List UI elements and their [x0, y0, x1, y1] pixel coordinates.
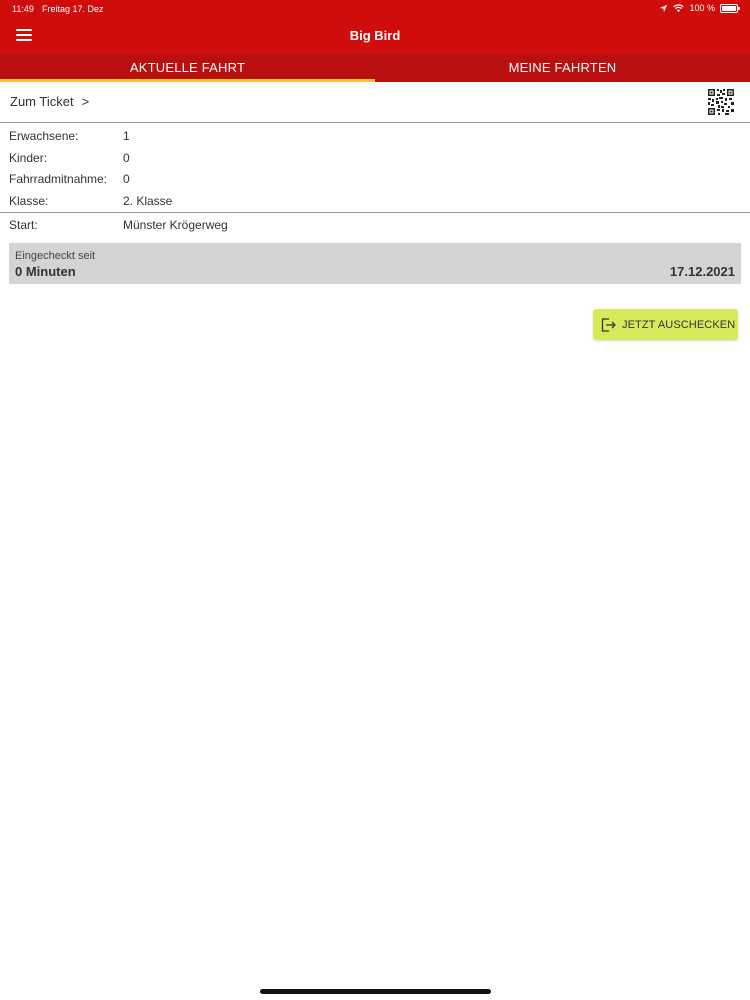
page-title: Big Bird	[349, 28, 401, 43]
detail-value: 2. Klasse	[123, 194, 173, 209]
app-screen: 11:49 Freitag 17. Dez 100 % Big Bird AKT…	[0, 0, 750, 1000]
detail-row-kinder: Kinder: 0	[0, 145, 750, 167]
logout-icon	[601, 318, 616, 332]
detail-value: 1	[123, 129, 130, 143]
location-arrow-icon	[660, 4, 668, 12]
status-date: Freitag 17. Dez	[42, 4, 104, 14]
qr-code-icon[interactable]	[707, 88, 735, 116]
zum-ticket-label: Zum Ticket	[10, 94, 74, 109]
detail-label: Fahrradmitnahme:	[9, 172, 108, 187]
checkin-date: 17.12.2021	[669, 264, 735, 279]
detail-label: Kinder:	[9, 150, 48, 165]
detail-label: Klasse:	[9, 194, 49, 209]
detail-label: Erwachsene:	[9, 129, 79, 143]
battery-percent: 100 %	[689, 3, 715, 13]
ride-details: Erwachsene: 1 Kinder: 0 Fahrradmitnahme:…	[0, 123, 750, 210]
detail-value: 0	[123, 150, 130, 165]
detail-row-erwachsene: Erwachsene: 1	[0, 123, 750, 145]
start-value: Münster Krögerweg	[123, 218, 228, 232]
status-indicators: 100 %	[659, 3, 740, 13]
app-header: 11:49 Freitag 17. Dez 100 % Big Bird	[0, 0, 750, 54]
start-row: Start: Münster Krögerweg	[0, 213, 750, 237]
status-bar: 11:49 Freitag 17. Dez 100 %	[0, 0, 750, 18]
status-time: 11:49	[12, 4, 34, 14]
battery-icon	[720, 3, 740, 13]
tab-meine-fahrten[interactable]: MEINE FAHRTEN	[375, 54, 750, 82]
chevron-right-icon: >	[81, 94, 90, 109]
checkin-panel: Eingecheckt seit 0 Minuten 17.12.2021	[9, 243, 741, 284]
checkout-label: JETZT AUSCHECKEN	[622, 319, 736, 331]
checkin-duration: 0 Minuten	[15, 264, 76, 279]
tab-aktuelle-fahrt[interactable]: AKTUELLE FAHRT	[0, 54, 375, 82]
detail-value: 0	[123, 172, 130, 187]
detail-row-fahrradmitnahme: Fahrradmitnahme: 0	[0, 166, 750, 188]
checkout-button[interactable]: JETZT AUSCHECKEN	[593, 309, 738, 340]
checkin-label: Eingecheckt seit	[15, 250, 96, 262]
detail-row-klasse: Klasse: 2. Klasse	[0, 188, 750, 210]
start-label: Start:	[9, 218, 38, 232]
zum-ticket-link[interactable]: Zum Ticket >	[10, 94, 89, 109]
wifi-icon	[673, 3, 685, 12]
ticket-row: Zum Ticket >	[0, 82, 750, 123]
tab-bar: AKTUELLE FAHRT MEINE FAHRTEN	[0, 54, 750, 82]
home-indicator[interactable]	[260, 989, 491, 994]
